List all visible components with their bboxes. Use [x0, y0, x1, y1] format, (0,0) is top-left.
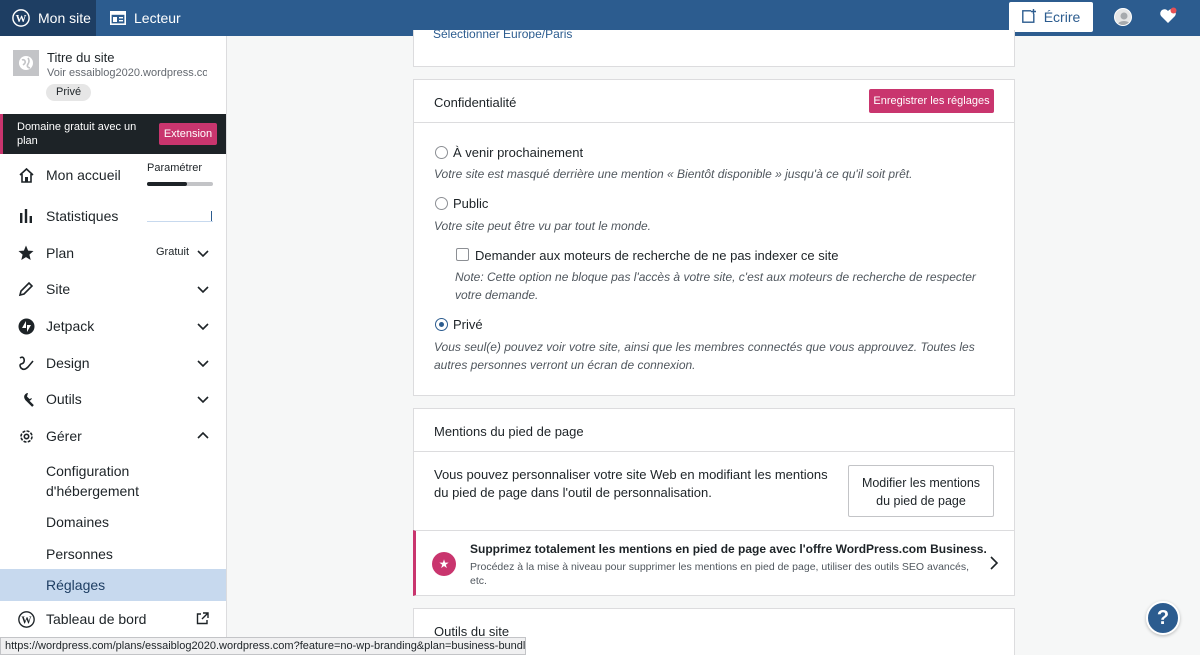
external-link-icon — [196, 612, 210, 626]
setup-progress-bar — [147, 182, 213, 186]
sub-label-hosting: Configuration d'hébergement — [46, 463, 139, 499]
nav-item-site[interactable]: Site — [0, 271, 226, 307]
setup-progress-fill — [147, 182, 187, 186]
svg-text:W: W — [16, 13, 27, 25]
sub-label-people: Personnes — [46, 546, 113, 562]
nudge-desc: Procédez à la mise à niveau pour supprim… — [470, 561, 970, 587]
sub-label-domains: Domaines — [46, 514, 110, 530]
stats-icon — [17, 207, 35, 225]
svg-text:W: W — [21, 615, 32, 626]
help-button[interactable]: ? — [1146, 601, 1180, 635]
nav-item-dashboard[interactable]: W Tableau de bord — [0, 601, 226, 637]
privacy-card-header: Confidentialité Enregistrer les réglages — [414, 80, 1014, 123]
nav-item-manage[interactable]: Gérer — [0, 418, 226, 454]
brush-icon — [17, 354, 35, 372]
write-icon — [1021, 8, 1036, 26]
public-desc: Votre site peut être vu par tout le mond… — [434, 219, 652, 233]
nav-item-tools[interactable]: Outils — [0, 381, 226, 417]
noindex-checkbox[interactable] — [456, 248, 469, 261]
write-label: Écrire — [1043, 9, 1081, 25]
wrench-icon — [17, 390, 35, 408]
nav-label-dashboard: Tableau de bord — [46, 611, 147, 627]
user-avatar[interactable] — [1114, 8, 1132, 26]
plan-value: Gratuit — [156, 246, 190, 258]
noindex-label: Demander aux moteurs de recherche de ne … — [475, 248, 839, 263]
reader-label: Lecteur — [134, 10, 181, 26]
nav-label-design: Design — [46, 355, 90, 371]
upsell-button[interactable]: Extension — [159, 123, 217, 145]
setup-label: Paramétrer — [147, 162, 203, 174]
sub-item-domains[interactable]: Domaines — [0, 510, 226, 534]
stats-sparkline — [147, 208, 213, 222]
privacy-card: Confidentialité Enregistrer les réglages… — [413, 79, 1015, 396]
nav-label-home: Mon accueil — [46, 167, 121, 183]
timezone-link[interactable]: Sélectionner Europe/Paris — [433, 27, 572, 39]
chevron-down-icon — [196, 392, 210, 406]
private-label: Privé — [453, 317, 483, 332]
status-bar-url: https://wordpress.com/plans/essaiblog202… — [0, 637, 526, 655]
my-site-button[interactable]: W Mon site — [0, 0, 96, 36]
sub-item-settings[interactable]: Réglages — [0, 569, 226, 601]
pencil-icon — [17, 280, 35, 298]
noindex-note: Note: Cette option ne bloque pas l'accès… — [455, 270, 976, 302]
nav-label-site: Site — [46, 281, 71, 297]
nav-label-manage: Gérer — [46, 428, 82, 444]
footer-text: Vous pouvez personnaliser votre site Web… — [434, 467, 828, 500]
chevron-down-icon — [196, 282, 210, 296]
reader-icon — [110, 11, 126, 25]
sidebar: Titre du site Voir essaiblog2020.wordpre… — [0, 36, 227, 655]
my-site-label: Mon site — [38, 10, 91, 26]
site-url[interactable]: Voir essaiblog2020.wordpress.com — [47, 67, 207, 79]
home-icon — [17, 166, 35, 184]
nav-label-jetpack: Jetpack — [46, 318, 95, 334]
privacy-badge: Privé — [46, 84, 92, 101]
footer-card-header: Mentions du pied de page — [414, 409, 1014, 452]
domain-upsell[interactable]: Domaine gratuit avec un plan Extension — [0, 114, 226, 154]
sub-item-hosting[interactable]: Configuration d'hébergement — [0, 459, 226, 503]
save-settings-button[interactable]: Enregistrer les réglages — [869, 89, 994, 113]
radio-coming-soon[interactable] — [435, 146, 448, 159]
nav-item-jetpack[interactable]: Jetpack — [0, 308, 226, 344]
chevron-down-icon — [196, 246, 210, 260]
chevron-down-icon — [196, 319, 210, 333]
site-card[interactable]: Titre du site Voir essaiblog2020.wordpre… — [0, 36, 226, 114]
chevron-right-icon — [988, 556, 1000, 570]
wordpress-icon: W — [17, 610, 35, 628]
notifications-icon[interactable] — [1158, 6, 1178, 26]
site-title: Titre du site — [47, 50, 115, 65]
footer-title: Mentions du pied de page — [434, 424, 584, 439]
nav-label-stats: Statistiques — [46, 208, 119, 224]
chevron-up-icon — [196, 429, 210, 443]
public-label: Public — [453, 196, 489, 211]
wordpress-logo-icon: W — [12, 9, 30, 27]
edit-footer-button[interactable]: Modifier les mentions du pied de page — [848, 465, 994, 517]
radio-public[interactable] — [435, 197, 448, 210]
write-button[interactable]: Écrire — [1009, 2, 1093, 32]
coming-soon-label: À venir prochainement — [453, 145, 584, 160]
private-desc: Vous seul(e) pouvez voir votre site, ain… — [434, 340, 975, 372]
coming-soon-desc: Votre site est masqué derrière une menti… — [434, 167, 913, 181]
nav-label-plan: Plan — [46, 245, 75, 261]
sub-label-settings: Réglages — [46, 577, 106, 593]
reader-button[interactable]: Lecteur — [110, 0, 181, 36]
chevron-down-icon — [196, 356, 210, 370]
radio-private[interactable] — [435, 318, 448, 331]
nav-label-tools: Outils — [46, 391, 82, 407]
star-icon: ★ — [432, 552, 456, 576]
upsell-text: Domaine gratuit avec un plan — [17, 121, 137, 147]
nav-item-design[interactable]: Design — [0, 345, 226, 381]
gear-icon — [17, 427, 35, 445]
sub-item-people[interactable]: Personnes — [0, 542, 226, 566]
site-globe-icon — [13, 50, 39, 76]
nudge-title: Supprimez totalement les mentions en pie… — [470, 542, 987, 556]
upgrade-nudge[interactable]: ★ Supprimez totalement les mentions en p… — [413, 530, 1015, 596]
privacy-title: Confidentialité — [434, 95, 517, 110]
star-icon — [17, 244, 35, 262]
jetpack-icon — [17, 317, 35, 335]
nav-item-plan[interactable]: Plan Gratuit — [0, 235, 226, 271]
